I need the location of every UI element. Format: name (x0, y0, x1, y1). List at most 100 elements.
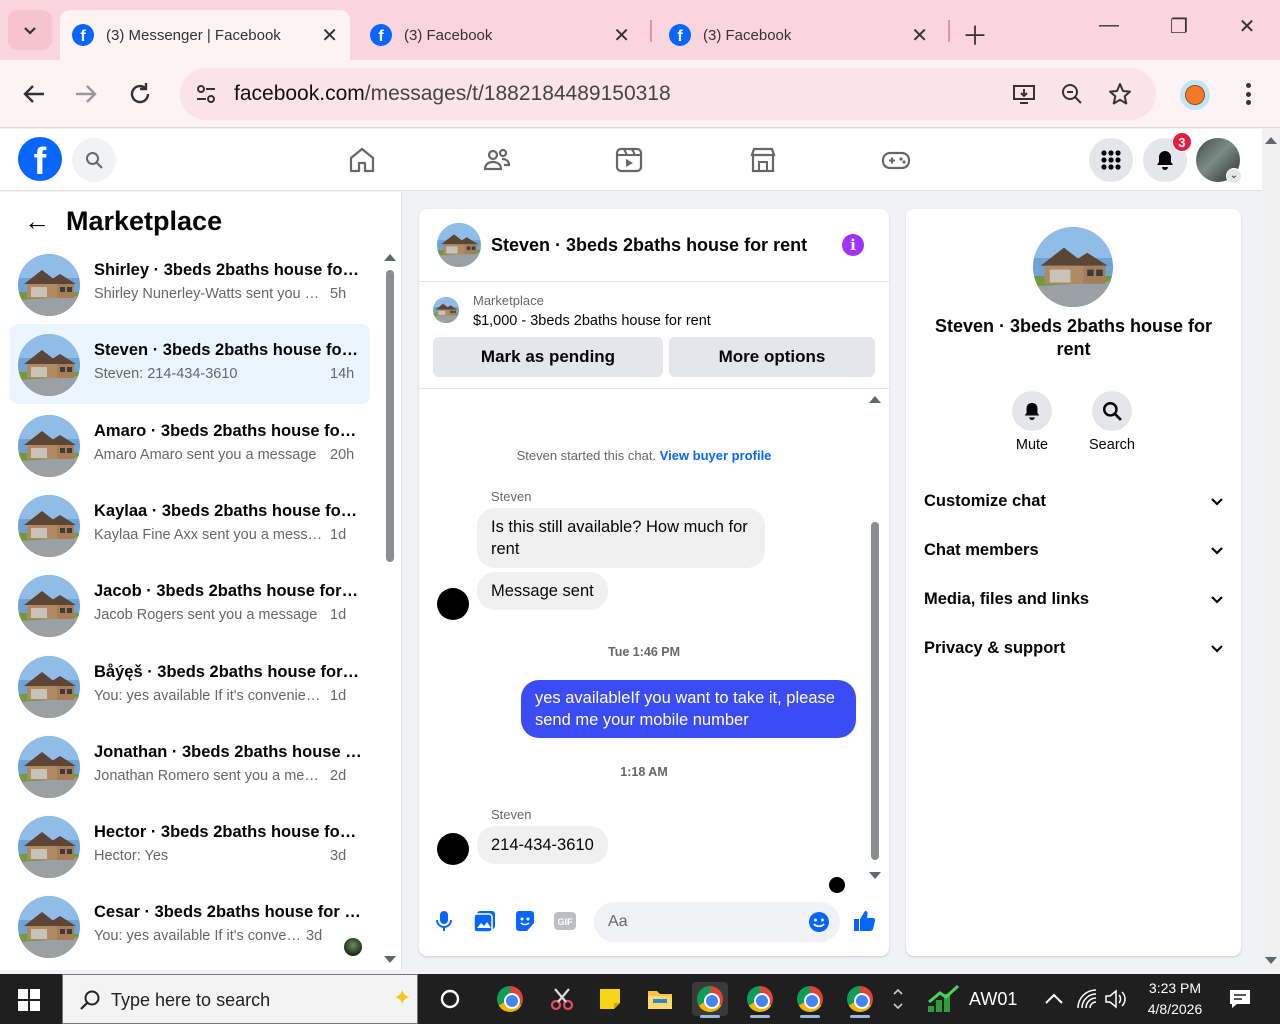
taskbar-search-box[interactable]: Type here to search ✦ (62, 974, 418, 1024)
scroll-up-icon[interactable] (1265, 137, 1277, 144)
privacy-support-row[interactable]: Privacy & support (924, 630, 1224, 666)
scrollbar-thumb[interactable] (386, 270, 394, 562)
conversation-item[interactable]: Jonathan · 3beds 2baths house for rent Jo… (10, 726, 370, 806)
url-text[interactable]: facebook.com/messages/t/1882184489150318 (234, 82, 671, 106)
microphone-icon[interactable] (431, 908, 457, 934)
scroll-down-icon[interactable] (869, 872, 881, 879)
basketball-extension-icon[interactable] (1180, 80, 1210, 110)
facebook-logo-icon[interactable]: f (18, 137, 62, 181)
mark-as-pending-button[interactable]: Mark as pending (433, 337, 663, 377)
browser-tab-facebook-2[interactable]: f (3) Facebook ✕ (657, 10, 940, 60)
volume-icon[interactable] (1104, 988, 1126, 1010)
mute-button[interactable]: Mute (1002, 391, 1062, 453)
friends-icon[interactable] (482, 145, 512, 175)
incoming-message-bubble[interactable]: Is this still available? How much for re… (477, 508, 765, 568)
home-icon[interactable] (347, 145, 377, 175)
browser-tab-facebook-1[interactable]: f (3) Facebook ✕ (358, 10, 642, 60)
taskbar-file-explorer[interactable] (642, 982, 678, 1016)
chevron-down-icon (1211, 596, 1223, 604)
emoji-icon[interactable] (808, 911, 830, 933)
back-arrow-icon[interactable] (20, 80, 48, 108)
taskbar-sticky-notes[interactable] (592, 982, 628, 1016)
minimize-button[interactable]: — (1094, 14, 1124, 37)
conversation-item[interactable]: Hector · 3beds 2baths house for rent Hect… (10, 806, 370, 886)
page-scrollbar[interactable] (1262, 129, 1280, 971)
gif-icon[interactable]: GIF (552, 908, 578, 934)
taskbar-chrome-active[interactable] (692, 982, 728, 1018)
scroll-up-icon[interactable] (384, 254, 396, 261)
media-files-links-row[interactable]: Media, files and links (924, 581, 1224, 617)
chat-scrollbar[interactable] (869, 396, 881, 879)
reload-icon[interactable] (126, 80, 154, 108)
gaming-icon[interactable] (881, 145, 911, 175)
taskbar-chrome-profile-4[interactable] (842, 982, 878, 1018)
back-arrow-icon[interactable]: ← (24, 206, 50, 237)
sticker-icon[interactable] (512, 908, 538, 934)
more-options-button[interactable]: More options (669, 337, 875, 377)
stock-label[interactable]: AW01 (969, 989, 1017, 1010)
site-settings-icon[interactable] (194, 82, 218, 106)
incoming-message-bubble[interactable]: 214-434-3610 (477, 826, 608, 864)
conversation-list-scrollbar[interactable] (384, 254, 396, 963)
menu-grid-button[interactable] (1089, 138, 1133, 182)
close-window-button[interactable]: ✕ (1232, 14, 1262, 39)
install-app-icon[interactable] (1012, 82, 1036, 106)
task-view-button[interactable] (432, 982, 468, 1016)
chat-members-row[interactable]: Chat members (924, 532, 1224, 568)
sender-avatar[interactable] (437, 833, 469, 865)
sender-avatar[interactable] (437, 588, 469, 620)
scroll-up-icon[interactable] (869, 396, 881, 403)
conversation-avatar[interactable] (1033, 227, 1113, 307)
stock-chart-icon[interactable] (926, 984, 960, 1014)
photo-icon[interactable] (472, 908, 498, 934)
taskbar-scroll-button[interactable] (884, 982, 912, 1016)
account-chevron-icon[interactable]: ⌄ (1226, 168, 1242, 184)
scroll-down-icon[interactable] (384, 956, 396, 963)
bookmark-star-icon[interactable] (1108, 82, 1132, 106)
customize-chat-row[interactable]: Customize chat (924, 483, 1224, 519)
scrollbar-thumb[interactable] (871, 522, 879, 860)
marketplace-icon[interactable] (748, 145, 778, 175)
message-input[interactable]: Aa (594, 902, 840, 942)
tab-search-button[interactable] (8, 10, 52, 50)
conversation-item[interactable]: Amaro · 3beds 2baths house for rent Amaro… (10, 405, 370, 485)
chat-avatar[interactable] (437, 223, 481, 267)
taskbar-chrome-profile-2[interactable] (742, 982, 778, 1018)
restore-button[interactable]: ❐ (1164, 14, 1194, 39)
conversation-item[interactable]: Bǻýęš · 3beds 2baths house for rent You: … (10, 646, 370, 726)
network-icon[interactable] (1076, 988, 1098, 1010)
listing-thumbnail[interactable] (433, 297, 459, 323)
taskbar-clock[interactable]: 3:23 PM 4/8/2026 (1140, 978, 1210, 1020)
scroll-down-icon[interactable] (1265, 957, 1277, 964)
thumbs-up-icon[interactable] (851, 908, 877, 934)
incoming-message-bubble[interactable]: Message sent (477, 572, 608, 610)
zoom-icon[interactable] (1060, 82, 1084, 106)
browser-tab-messenger[interactable]: f (3) Messenger | Facebook ✕ (60, 10, 350, 60)
taskbar-snipping-tool[interactable] (544, 982, 580, 1016)
search-in-conversation-button[interactable]: Search (1082, 391, 1142, 453)
windows-start-icon[interactable] (18, 989, 40, 1011)
video-icon[interactable] (614, 145, 644, 175)
conversation-item[interactable]: Steven · 3beds 2baths house for rent Stev… (10, 324, 370, 405)
new-tab-button[interactable]: ＋ (962, 16, 988, 53)
close-tab-icon[interactable]: ✕ (321, 23, 338, 48)
taskbar-chrome-profile-3[interactable] (792, 982, 828, 1018)
outgoing-message-bubble[interactable]: yes availableIf you want to take it, ple… (521, 680, 856, 738)
show-hidden-icons-chevron-icon[interactable] (1044, 992, 1064, 1006)
conversation-item[interactable]: Kaylaa · 3beds 2baths house for rent Kayl… (10, 485, 370, 565)
forward-arrow-icon[interactable] (72, 80, 100, 108)
conversation-item[interactable]: Jacob · 3beds 2baths house for rent Jacob… (10, 565, 370, 645)
address-bar[interactable]: facebook.com/messages/t/1882184489150318 (180, 68, 1156, 120)
facebook-search-button[interactable] (72, 138, 116, 182)
conversation-item[interactable]: Shirley · 3beds 2baths house for rent Shi… (10, 244, 370, 324)
taskbar-chrome-profile-1[interactable] (492, 982, 528, 1016)
close-tab-icon[interactable]: ✕ (613, 23, 630, 48)
conversation-item[interactable]: Cesar · 3beds 2baths house for rent You: … (10, 886, 370, 966)
chat-title[interactable]: Steven · 3beds 2baths house for rent (491, 235, 807, 256)
browser-menu-icon[interactable] (1238, 80, 1258, 108)
close-tab-icon[interactable]: ✕ (911, 23, 928, 48)
notification-center-icon[interactable] (1228, 988, 1252, 1010)
info-icon[interactable]: i (842, 234, 864, 256)
listing-title[interactable]: $1,000 - 3beds 2baths house for rent (473, 313, 711, 329)
view-buyer-profile-link[interactable]: View buyer profile (660, 448, 772, 463)
